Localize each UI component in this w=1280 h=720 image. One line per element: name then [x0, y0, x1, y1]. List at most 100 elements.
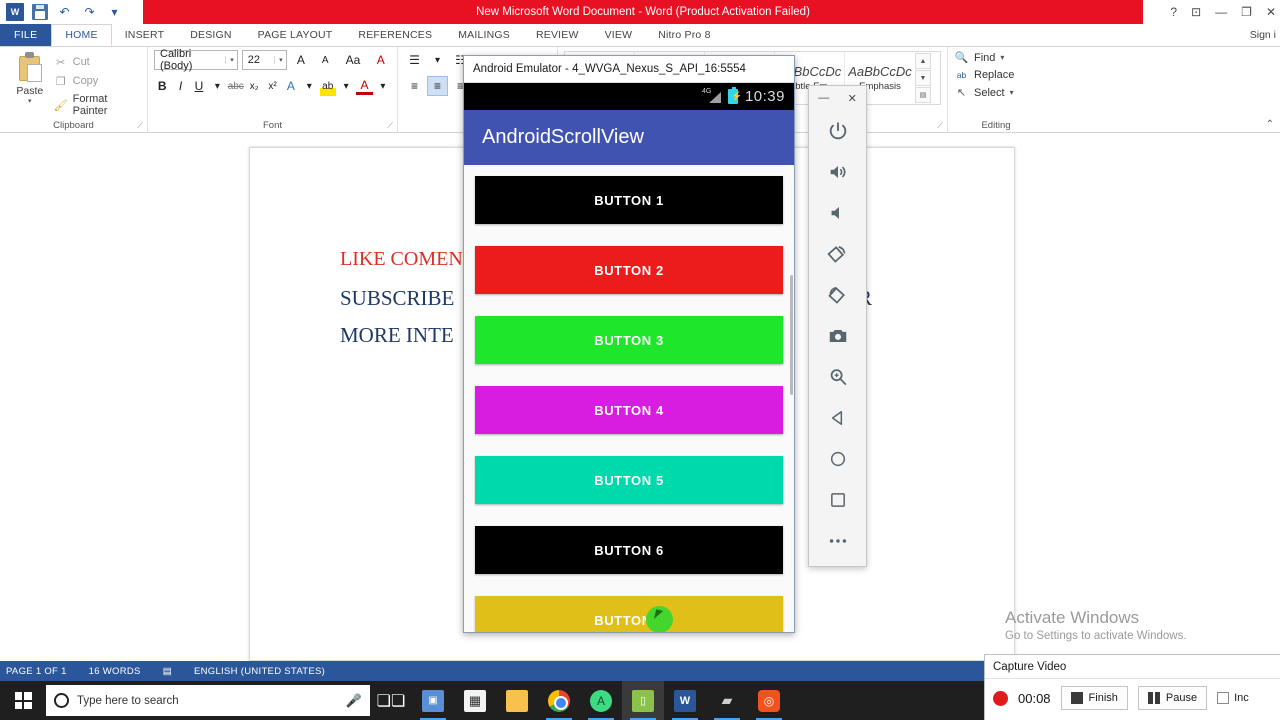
tab-insert[interactable]: INSERT [112, 24, 178, 46]
button-1[interactable]: BUTTON 1 [475, 176, 783, 224]
find-button[interactable]: 🔍 Find ▾ [954, 51, 1038, 65]
checkbox-icon[interactable] [1217, 692, 1230, 704]
home-circle-icon[interactable] [809, 438, 866, 479]
text-effects-button[interactable]: A [283, 76, 299, 96]
bullets-caret-icon[interactable]: ▾ [427, 50, 448, 70]
tab-design[interactable]: DESIGN [177, 24, 244, 46]
screenshot-camera-icon[interactable] [809, 315, 866, 356]
button-7[interactable]: BUTTON 7 [475, 596, 783, 632]
shrink-font-button[interactable]: A [315, 50, 335, 70]
sign-in-link[interactable]: Sign i [1250, 24, 1280, 46]
button-2[interactable]: BUTTON 2 [475, 246, 783, 294]
button-4[interactable]: BUTTON 4 [475, 386, 783, 434]
tab-mailings[interactable]: MAILINGS [445, 24, 523, 46]
camera-recorder-icon[interactable]: ◎ [748, 681, 790, 720]
change-case-button[interactable]: Aa [339, 50, 366, 70]
restore-button[interactable]: ❐ [1241, 5, 1252, 19]
remote-desktop-icon[interactable]: ▣ [412, 681, 454, 720]
zoom-magnifier-icon[interactable] [809, 356, 866, 397]
select-button[interactable]: ↖ Select ▾ [954, 86, 1038, 100]
superscript-button[interactable]: x² [264, 76, 280, 96]
help-button[interactable]: ? [1170, 5, 1177, 19]
power-icon[interactable] [809, 110, 866, 151]
volume-down-icon[interactable] [809, 192, 866, 233]
bold-button[interactable]: B [154, 76, 170, 96]
tab-page-layout[interactable]: PAGE LAYOUT [245, 24, 346, 46]
clipboard-dialog-launcher-icon[interactable]: ⟋ [137, 121, 143, 131]
word-app-icon[interactable]: W [6, 3, 24, 21]
android-emulator-window[interactable]: Android Emulator - 4_WVGA_Nexus_S_API_16… [463, 55, 795, 633]
subscript-button[interactable]: x₂ [246, 76, 262, 96]
microphone-icon[interactable]: 🎤 [346, 693, 362, 709]
copy-button[interactable]: ❐ Copy [54, 74, 141, 88]
paste-caret-icon[interactable]: ▾ [28, 97, 32, 105]
styles-scroll-up-icon[interactable]: ▲ [915, 53, 931, 69]
chevron-down-icon[interactable]: ▾ [225, 56, 234, 64]
font-size-combo[interactable]: 22 ▾ [241, 50, 287, 70]
tab-nitro-pro[interactable]: Nitro Pro 8 [645, 24, 723, 46]
redo-icon[interactable]: ↷ [81, 4, 98, 21]
collapse-ribbon-icon[interactable]: ⌃ [1266, 119, 1274, 130]
select-caret-icon[interactable]: ▾ [1010, 88, 1014, 97]
styles-dialog-launcher-icon[interactable]: ⟋ [937, 121, 943, 131]
search-input[interactable]: Type here to search 🎤 [46, 685, 370, 716]
button-6[interactable]: BUTTON 6 [475, 526, 783, 574]
include-checkbox[interactable]: Inc [1217, 692, 1249, 704]
customize-qat-icon[interactable]: ▾ [106, 4, 123, 21]
scrollbar[interactable] [790, 275, 793, 395]
close-button[interactable]: ✕ [1266, 5, 1276, 19]
tab-review[interactable]: REVIEW [523, 24, 592, 46]
word-count[interactable]: 16 WORDS [89, 666, 141, 677]
windows-start-icon[interactable] [0, 681, 46, 720]
undo-icon[interactable]: ↶ [56, 4, 73, 21]
tab-file[interactable]: FILE [0, 24, 52, 46]
android-studio-icon[interactable]: A [580, 681, 622, 720]
font-name-combo[interactable]: Calibri (Body) ▾ [154, 48, 238, 72]
emulator-minimize-button[interactable]: — [818, 92, 829, 104]
proofing-icon[interactable]: ▤ [163, 666, 172, 677]
styles-scroll-down-icon[interactable]: ▼ [915, 70, 931, 86]
minimize-button[interactable]: — [1215, 5, 1227, 19]
underline-button[interactable]: U [191, 76, 207, 96]
finish-button[interactable]: Finish [1060, 686, 1128, 710]
chevron-down-icon[interactable]: ▾ [274, 56, 283, 64]
font-color-button[interactable]: A [356, 78, 373, 95]
tab-references[interactable]: REFERENCES [345, 24, 445, 46]
mouse-icon[interactable]: ▰ [706, 681, 748, 720]
ribbon-display-options-button[interactable]: ⊡ [1191, 5, 1201, 19]
align-left-button[interactable]: ≡ [404, 76, 425, 96]
nitro-pro-icon[interactable]: ▯ [622, 681, 664, 720]
grow-font-button[interactable]: A [291, 50, 311, 70]
scrollview-content[interactable]: BUTTON 1 BUTTON 2 BUTTON 3 BUTTON 4 BUTT… [464, 165, 794, 632]
chrome-icon[interactable] [538, 681, 580, 720]
pause-button[interactable]: Pause [1137, 686, 1208, 710]
text-effects-caret-icon[interactable]: ▾ [301, 76, 317, 96]
align-center-button[interactable]: ≡ [427, 76, 448, 96]
more-dots-icon[interactable] [809, 520, 866, 561]
font-dialog-launcher-icon[interactable]: ⟋ [387, 121, 393, 131]
strikethrough-button[interactable]: abc [228, 76, 244, 96]
cut-button[interactable]: ✂ Cut [54, 55, 141, 69]
find-caret-icon[interactable]: ▾ [1000, 53, 1004, 62]
format-painter-button[interactable]: 🖌 Format Painter [54, 93, 141, 117]
task-view-icon[interactable]: ❏❏ [370, 681, 412, 720]
italic-button[interactable]: I [172, 76, 188, 96]
volume-up-icon[interactable] [809, 151, 866, 192]
underline-caret-icon[interactable]: ▾ [209, 76, 225, 96]
emulator-close-button[interactable]: ✕ [848, 92, 857, 105]
overview-square-icon[interactable] [809, 479, 866, 520]
save-icon[interactable] [32, 4, 48, 20]
file-explorer-icon[interactable] [496, 681, 538, 720]
microsoft-store-icon[interactable]: ▦ [454, 681, 496, 720]
font-color-caret-icon[interactable]: ▾ [375, 76, 391, 96]
button-3[interactable]: BUTTON 3 [475, 316, 783, 364]
highlight-button[interactable]: ab [319, 76, 336, 96]
tab-view[interactable]: VIEW [592, 24, 646, 46]
page-count[interactable]: PAGE 1 OF 1 [6, 666, 67, 677]
tab-home[interactable]: HOME [51, 24, 112, 46]
bullets-button[interactable]: ☰ [404, 50, 425, 70]
clear-formatting-button[interactable]: A [371, 50, 391, 70]
highlight-caret-icon[interactable]: ▾ [338, 76, 354, 96]
button-5[interactable]: BUTTON 5 [475, 456, 783, 504]
rotate-left-icon[interactable] [809, 233, 866, 274]
